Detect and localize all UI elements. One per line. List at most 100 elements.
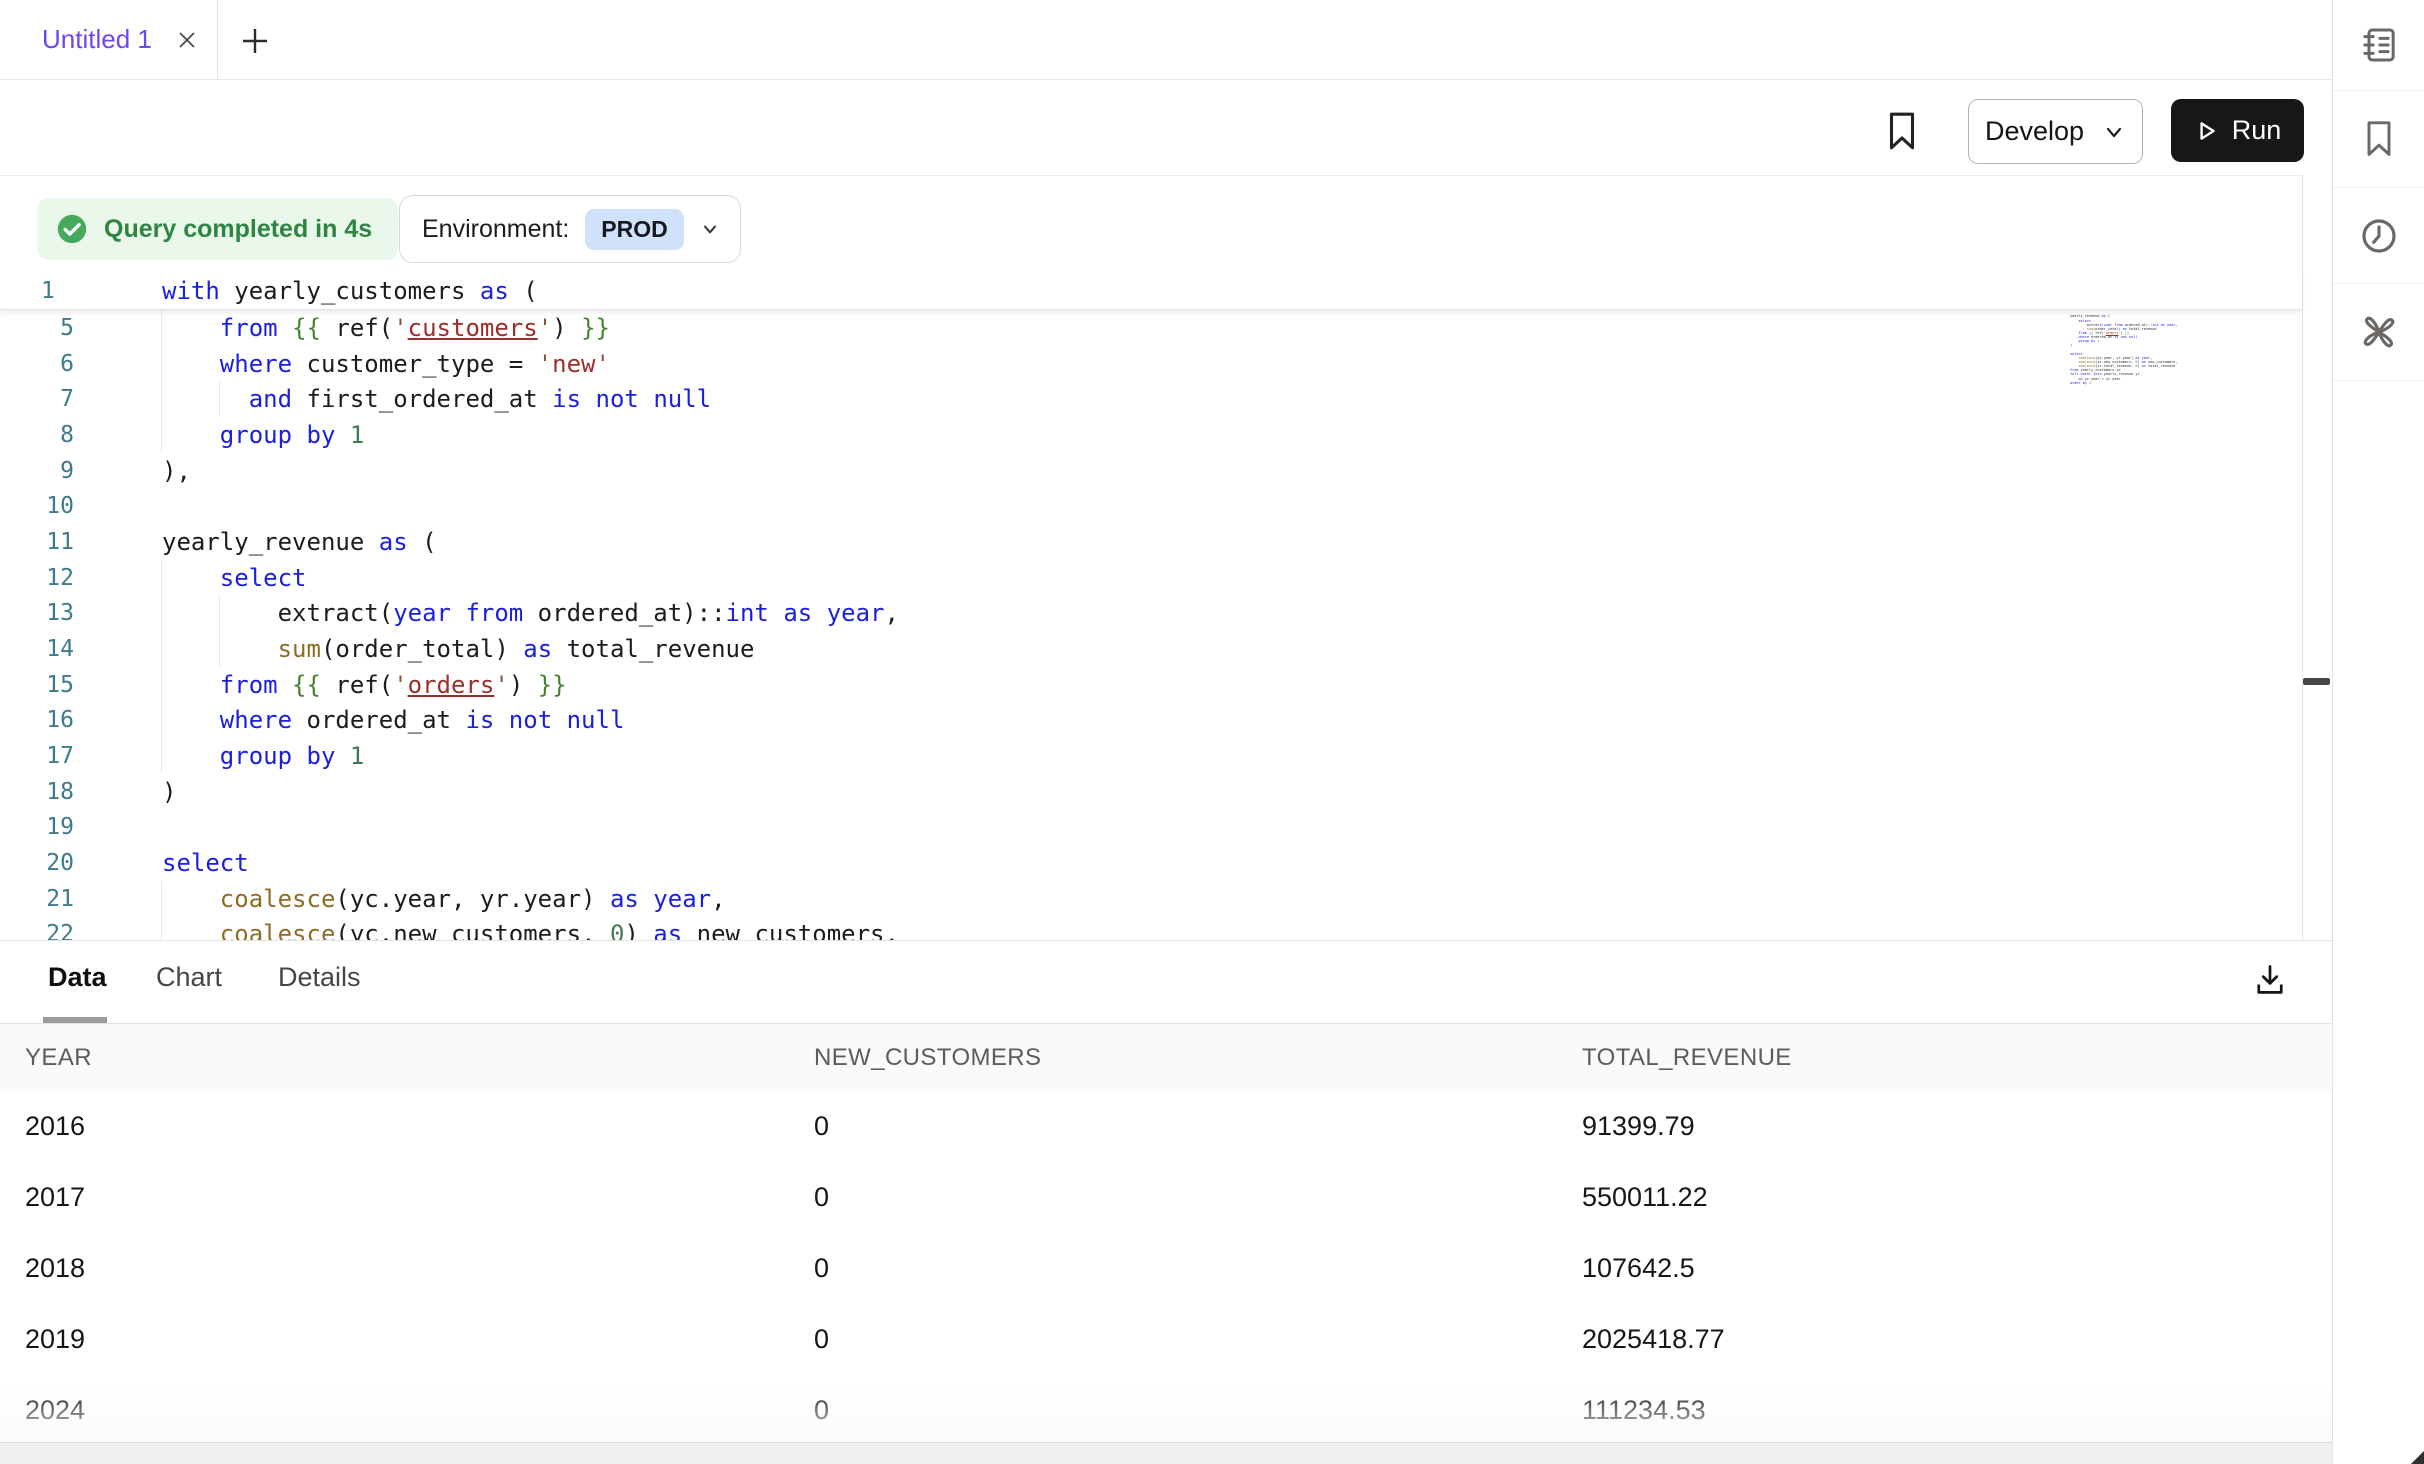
lineage-icon xyxy=(2358,311,2400,353)
tab-details[interactable]: Details xyxy=(278,962,361,993)
results-panel-divider xyxy=(0,940,2332,941)
minimap-line: order by 1 xyxy=(2070,381,2178,385)
table-cell: 2018 xyxy=(25,1233,85,1304)
code-line: 7 and first_ordered_at is not null xyxy=(0,381,2302,417)
code-scroll-area[interactable]: 5 from {{ ref('customers') }}6 where cus… xyxy=(0,309,2302,941)
column-header-total-revenue: TOTAL_REVENUE xyxy=(1582,1024,1792,1091)
code-line: 14 sum(order_total) as total_revenue xyxy=(0,631,2302,667)
code-line-text: with yearly_customers as ( xyxy=(162,273,538,309)
table-cell: 111234.53 xyxy=(1582,1375,1706,1446)
table-row: 2016 0 91399.79 xyxy=(0,1091,2332,1163)
code-line-text: ), xyxy=(162,453,191,489)
editor-scrollbar-track[interactable] xyxy=(2302,175,2333,941)
check-circle-icon xyxy=(55,212,89,246)
table-row: 2017 0 550011.22 xyxy=(0,1162,2332,1234)
sidebar-item-bookmarks[interactable] xyxy=(2333,91,2424,188)
right-sidebar xyxy=(2332,0,2424,1464)
code-line: 22 coalesce(yc.new_customers, 0) as new_… xyxy=(0,916,2302,941)
table-row: 2024 0 111234.53 xyxy=(0,1375,2332,1447)
line-number: 13 xyxy=(0,595,74,631)
new-tab-button[interactable] xyxy=(232,18,278,64)
line-number: 1 xyxy=(41,273,55,309)
table-cell: 0 xyxy=(814,1375,829,1446)
table-row: 2018 0 107642.5 xyxy=(0,1233,2332,1305)
code-line: 20select xyxy=(0,845,2302,881)
tab-chart[interactable]: Chart xyxy=(156,962,222,993)
table-cell: 2019 xyxy=(25,1304,85,1375)
bookmark-icon xyxy=(2360,119,2398,159)
line-number: 15 xyxy=(0,667,74,703)
table-cell: 0 xyxy=(814,1162,829,1233)
table-header-row: YEAR NEW_CUSTOMERS TOTAL_REVENUE xyxy=(0,1024,2332,1092)
scrollbar-grip[interactable] xyxy=(2303,678,2330,685)
line-number: 22 xyxy=(0,916,74,941)
line-number: 10 xyxy=(0,488,74,524)
line-number: 7 xyxy=(0,381,74,417)
horizontal-scrollbar[interactable] xyxy=(0,1442,2332,1464)
line-number: 5 xyxy=(0,310,74,346)
line-number: 6 xyxy=(0,346,74,382)
table-cell: 2025418.77 xyxy=(1582,1304,1725,1375)
code-line: 12 select xyxy=(0,560,2302,596)
environment-label: Environment: xyxy=(422,215,569,244)
code-line: 15 from {{ ref('orders') }} xyxy=(0,667,2302,703)
tab-bar: Untitled 1 xyxy=(0,0,2332,80)
table-cell: 0 xyxy=(814,1091,829,1162)
develop-dropdown-button[interactable]: Develop xyxy=(1968,99,2143,164)
line-number: 8 xyxy=(0,417,74,453)
table-row: 2019 0 2025418.77 xyxy=(0,1304,2332,1376)
code-line: 17 group by 1 xyxy=(0,738,2302,774)
chevron-down-icon xyxy=(2102,120,2126,144)
code-line: 16 where ordered_at is not null xyxy=(0,702,2302,738)
code-line-text: yearly_revenue as ( xyxy=(162,524,437,560)
line-number: 16 xyxy=(0,702,74,738)
line-number: 18 xyxy=(0,774,74,810)
code-line-text: select xyxy=(162,560,307,596)
history-clock-icon xyxy=(2359,216,2399,256)
editor-sticky-line: 1 with yearly_customers as ( xyxy=(0,273,2302,310)
bookmark-button[interactable] xyxy=(1880,108,1924,154)
app-window: Untitled 1 Develop Run Query completed i… xyxy=(0,0,2424,1464)
code-line: 10 xyxy=(0,488,2302,524)
develop-label: Develop xyxy=(1985,116,2084,147)
notebook-icon xyxy=(2359,25,2399,65)
window-resize-grip[interactable] xyxy=(2411,1451,2424,1464)
table-cell: 91399.79 xyxy=(1582,1091,1695,1162)
line-number: 21 xyxy=(0,881,74,917)
chevron-down-icon xyxy=(700,219,720,239)
sidebar-item-notebook[interactable] xyxy=(2333,0,2424,91)
code-line-text: select xyxy=(162,845,249,881)
code-line: 8 group by 1 xyxy=(0,417,2302,453)
download-icon[interactable] xyxy=(2243,955,2297,1005)
ref-link[interactable]: orders xyxy=(408,671,495,699)
code-line-text: from {{ ref('orders') }} xyxy=(162,667,567,703)
code-line: 18) xyxy=(0,774,2302,810)
line-number: 14 xyxy=(0,631,74,667)
table-cell: 550011.22 xyxy=(1582,1162,1708,1233)
code-line-text: group by 1 xyxy=(162,417,364,453)
tab-data[interactable]: Data xyxy=(48,962,107,993)
table-cell: 0 xyxy=(814,1304,829,1375)
table-cell: 0 xyxy=(814,1233,829,1304)
sidebar-item-lineage[interactable] xyxy=(2333,284,2424,381)
sidebar-item-history[interactable] xyxy=(2333,188,2424,284)
code-line-text: where customer_type = 'new' xyxy=(162,346,610,382)
table-cell: 2024 xyxy=(25,1375,85,1446)
column-header-year: YEAR xyxy=(25,1024,92,1091)
column-header-new-customers: NEW_CUSTOMERS xyxy=(814,1024,1041,1091)
run-button[interactable]: Run xyxy=(2171,99,2304,162)
ref-link[interactable]: customers xyxy=(408,314,538,342)
code-line-text: extract(year from ordered_at)::int as ye… xyxy=(162,595,899,631)
line-number: 11 xyxy=(0,524,74,560)
table-cell: 2016 xyxy=(25,1091,85,1162)
tab-untitled-1[interactable]: Untitled 1 xyxy=(0,0,218,79)
code-line-text: group by 1 xyxy=(162,738,364,774)
tab-close-icon[interactable] xyxy=(174,27,200,53)
table-cell: 2017 xyxy=(25,1162,85,1233)
table-cell: 107642.5 xyxy=(1582,1233,1695,1304)
environment-selector[interactable]: Environment: PROD xyxy=(399,195,741,263)
code-line: 21 coalesce(yc.year, yr.year) as year, xyxy=(0,881,2302,917)
code-line: 9), xyxy=(0,453,2302,489)
query-status-badge: Query completed in 4s xyxy=(37,198,398,260)
line-number: 12 xyxy=(0,560,74,596)
